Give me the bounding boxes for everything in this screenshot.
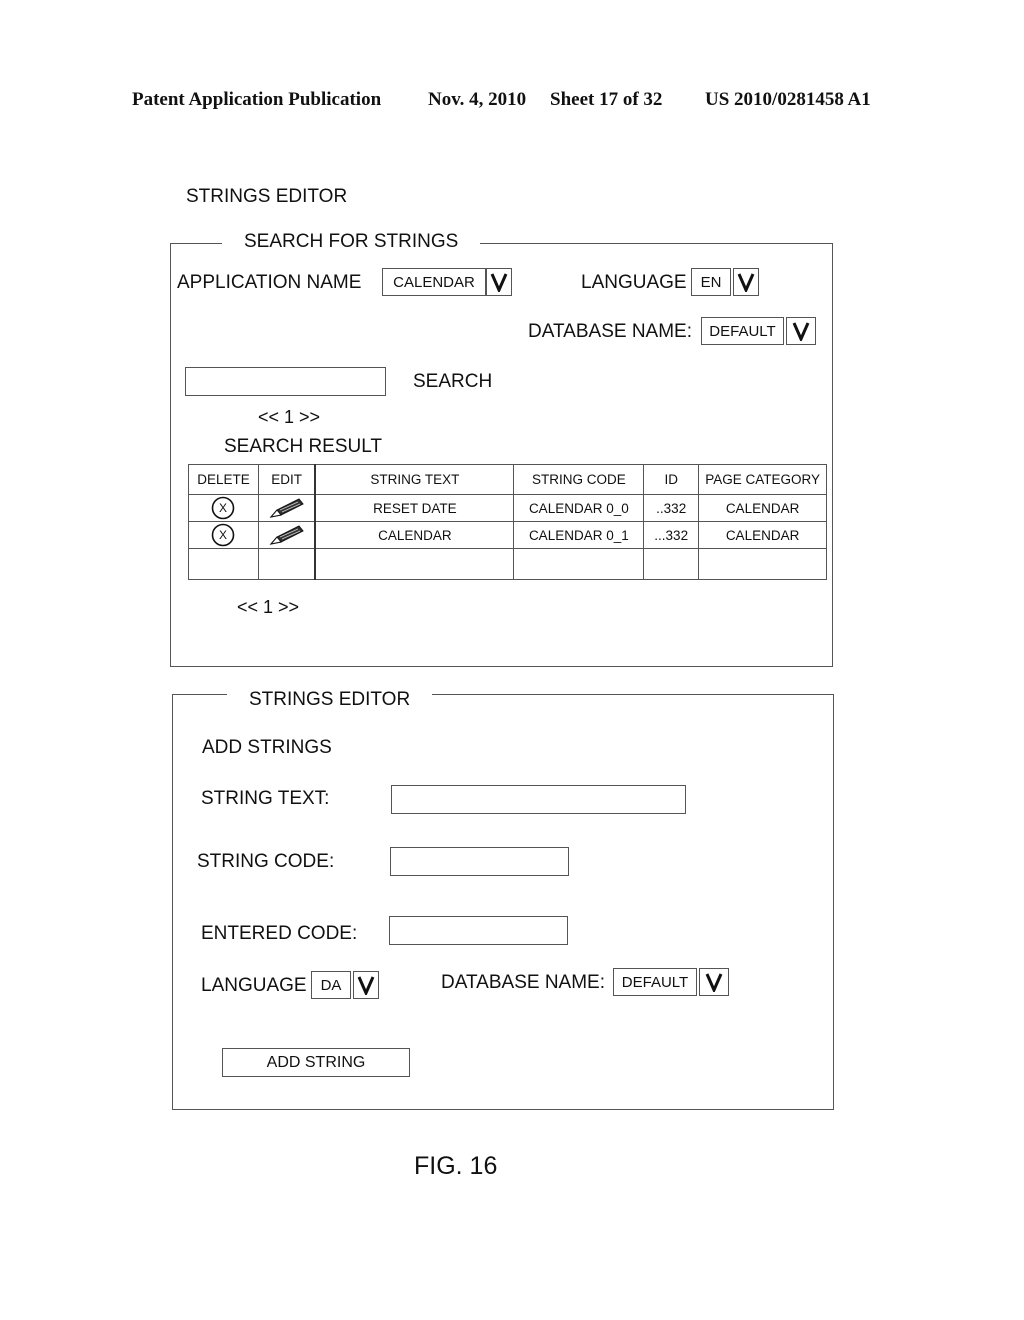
empty-cell [257,548,317,580]
entered-code-label: ENTERED CODE: [201,923,358,944]
delete-cell[interactable]: X [188,521,259,549]
svg-text:X: X [219,528,227,542]
database-name-value[interactable]: DEFAULT [701,317,784,345]
string-text-input[interactable] [391,785,686,814]
search-result-table: DELETE EDIT STRING TEXT STRING CODE ID P… [188,464,827,580]
column-header-string-text: STRING TEXT [314,464,515,495]
search-input[interactable] [185,367,386,396]
editor-language-select[interactable]: DA [311,971,379,999]
pager-bottom[interactable]: << 1 >> [237,597,299,618]
string-code-input[interactable] [390,847,569,876]
editor-language-value[interactable]: DA [311,971,351,999]
string-code-cell: CALENDAR 0_1 [513,521,645,549]
sheet-number: Sheet 17 of 32 [550,89,663,110]
pencil-icon[interactable] [267,496,307,520]
column-header-page-category: PAGE CATEGORY [698,464,827,495]
search-button[interactable]: SEARCH [413,371,492,393]
pager-top[interactable]: << 1 >> [258,407,320,428]
add-strings-title: ADD STRINGS [202,737,332,758]
editor-database-name-select[interactable]: DEFAULT [613,968,729,996]
entered-code-input[interactable] [389,916,568,945]
publication-label: Patent Application Publication [132,89,382,110]
application-name-value[interactable]: CALENDAR [382,268,486,296]
empty-cell [643,548,700,580]
application-name-label: APPLICATION NAME [177,272,362,293]
page-title: STRINGS EDITOR [186,186,348,207]
language-value[interactable]: EN [691,268,731,296]
delete-cell[interactable]: X [188,494,259,522]
chevron-v-icon[interactable] [699,968,729,996]
table-row: X RESET DATE CALENDAR 0_0 ..332 CALENDAR [188,494,827,522]
search-panel-legend: SEARCH FOR STRINGS [222,231,481,253]
column-header-edit: EDIT [257,464,317,495]
circle-x-icon[interactable]: X [209,523,237,547]
chevron-v-icon[interactable] [486,268,512,296]
empty-cell [698,548,827,580]
database-name-select[interactable]: DEFAULT [701,317,816,345]
table-row: X CALENDAR CALENDAR 0_1 ...332 CALENDAR [188,521,827,549]
empty-cell [188,548,259,580]
editor-database-name-label: DATABASE NAME: [441,972,605,993]
search-result-title: SEARCH RESULT [224,436,383,457]
id-cell: ..332 [643,494,700,522]
id-cell: ...332 [643,521,700,549]
edit-cell[interactable] [257,494,317,522]
language-label: LANGUAGE [581,272,687,293]
page-category-cell: CALENDAR [698,494,827,522]
add-string-button[interactable]: ADD STRING [222,1048,410,1077]
page-category-cell: CALENDAR [698,521,827,549]
application-name-select[interactable]: CALENDAR [382,268,512,296]
language-select[interactable]: EN [691,268,759,296]
string-code-label: STRING CODE: [197,851,335,872]
publication-date: Nov. 4, 2010 [428,89,527,110]
editor-database-name-value[interactable]: DEFAULT [613,968,697,996]
string-text-label: STRING TEXT: [201,788,330,809]
string-code-cell: CALENDAR 0_0 [513,494,645,522]
string-text-cell: RESET DATE [314,494,515,522]
empty-cell [314,548,515,580]
table-row-empty [188,548,827,580]
string-text-cell: CALENDAR [314,521,515,549]
chevron-v-icon[interactable] [733,268,759,296]
chevron-v-icon[interactable] [786,317,816,345]
database-name-label: DATABASE NAME: [528,321,692,342]
figure-caption: FIG. 16 [414,1152,498,1180]
empty-cell [513,548,645,580]
editor-panel-legend: STRINGS EDITOR [227,689,433,711]
editor-language-label: LANGUAGE [201,975,307,996]
circle-x-icon[interactable]: X [209,496,237,520]
chevron-v-icon[interactable] [353,971,379,999]
svg-text:X: X [219,501,227,515]
edit-cell[interactable] [257,521,317,549]
column-header-id: ID [643,464,700,495]
column-header-delete: DELETE [188,464,259,495]
patent-number: US 2010/0281458 A1 [705,89,871,110]
pencil-icon[interactable] [267,523,307,547]
column-header-string-code: STRING CODE [513,464,645,495]
table-header-row: DELETE EDIT STRING TEXT STRING CODE ID P… [188,464,827,495]
